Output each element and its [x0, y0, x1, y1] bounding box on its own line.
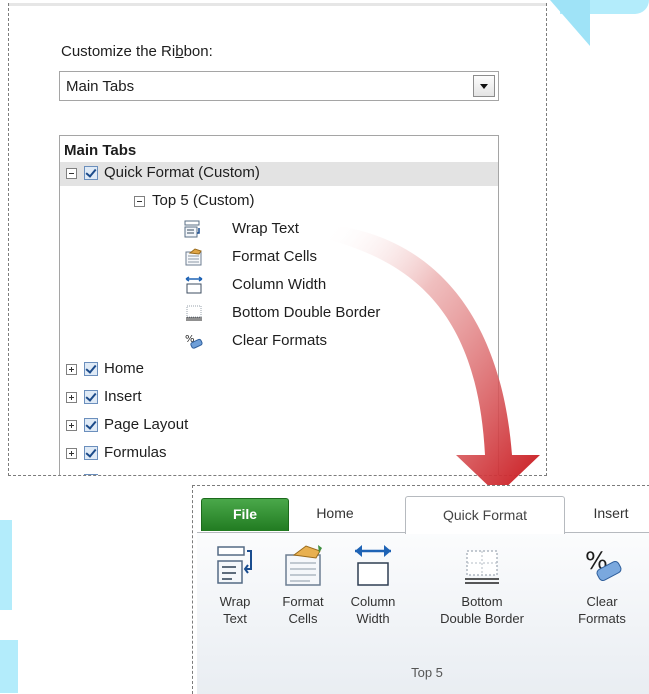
button-label: Formats	[578, 611, 626, 626]
customize-ribbon-label: Customize the Ribbon:	[61, 43, 213, 60]
tree-command-wrap-text[interactable]: Wrap Text	[184, 218, 484, 242]
column-width-icon	[355, 545, 391, 586]
collapse-icon[interactable]	[134, 196, 145, 207]
button-label: Double Border	[440, 611, 524, 626]
tree-command-format-cells[interactable]: Format Cells	[184, 246, 484, 270]
tab-file[interactable]: File	[201, 498, 289, 531]
button-label: Text	[223, 611, 247, 626]
ribbon-preview: File Home Quick Format Insert Wrap Text	[192, 485, 649, 694]
button-label: Width	[356, 611, 390, 626]
button-label: Clear	[586, 594, 618, 609]
expand-icon[interactable]	[66, 392, 77, 403]
clear-formats-icon: %	[585, 547, 622, 582]
command-label: Wrap Text	[232, 220, 299, 237]
column-width-button[interactable]: Column Width	[343, 543, 403, 627]
tree-item-label: Home	[104, 360, 145, 377]
tree-item-home[interactable]: Home	[60, 358, 498, 382]
decor-cyan	[0, 640, 18, 693]
tree-item-label: Top 5 (Custom)	[152, 192, 255, 209]
chevron-down-icon[interactable]	[473, 75, 495, 97]
button-label: Cells	[288, 611, 318, 626]
tree-header: Main Tabs	[64, 142, 137, 159]
bottom-double-border-icon	[465, 550, 499, 584]
command-label: Bottom Double Border	[232, 304, 381, 321]
ribbon-group-top5: Wrap Text Format Cells Column Width Bott…	[197, 532, 649, 694]
button-label: Format	[282, 594, 324, 609]
ribbon-tree: Main Tabs Quick Format (Custom) Top 5 (C…	[59, 135, 499, 475]
tree-item-top5[interactable]: Top 5 (Custom)	[60, 190, 498, 214]
checkbox-checked-icon[interactable]	[84, 390, 98, 404]
decor-cyan	[0, 520, 12, 610]
tree-item-partial[interactable]	[60, 470, 498, 475]
expand-icon[interactable]	[66, 448, 77, 459]
command-label: Clear Formats	[232, 332, 328, 349]
tree-command-bottom-double-border[interactable]: Bottom Double Border	[184, 302, 498, 326]
expand-icon[interactable]	[66, 420, 77, 431]
tab-quick-format[interactable]: Quick Format	[405, 496, 565, 534]
tree-item-page-layout[interactable]: Page Layout	[60, 414, 498, 438]
ribbon-tab-strip: File Home Quick Format Insert	[193, 486, 649, 534]
format-cells-button[interactable]: Format Cells	[275, 543, 331, 627]
bottom-double-border-icon	[186, 305, 202, 321]
tree-item-formulas[interactable]: Formulas	[60, 442, 498, 466]
wrap-text-icon	[184, 220, 200, 238]
checkbox-checked-icon[interactable]	[84, 474, 98, 475]
tab-home[interactable]: Home	[295, 498, 375, 530]
tree-command-clear-formats[interactable]: % Clear Formats	[184, 330, 484, 354]
collapse-icon[interactable]	[66, 168, 77, 179]
tree-command-column-width[interactable]: Column Width	[184, 274, 484, 298]
format-cells-icon	[285, 545, 322, 586]
clear-formats-icon: %	[185, 334, 203, 349]
checkbox-checked-icon[interactable]	[84, 362, 98, 376]
ribbon-tabs-dropdown[interactable]: Main Tabs	[59, 71, 499, 101]
checkbox-checked-icon[interactable]	[84, 166, 98, 180]
button-label: Bottom	[461, 594, 503, 609]
dropdown-value: Main Tabs	[66, 78, 135, 95]
format-cells-icon	[185, 248, 202, 266]
tree-item-quick-format[interactable]: Quick Format (Custom)	[60, 162, 498, 186]
tree-item-label: Page Layout	[104, 416, 189, 433]
clear-formats-button[interactable]: % Clear Formats	[571, 543, 633, 627]
checkbox-checked-icon[interactable]	[84, 418, 98, 432]
button-label: Wrap	[219, 594, 251, 609]
tree-item-label: Formulas	[104, 444, 167, 461]
command-label: Format Cells	[232, 248, 318, 265]
bottom-double-border-button[interactable]: Bottom Double Border	[427, 543, 537, 627]
customize-ribbon-dialog: Customize the Ribbon: Main Tabs Main Tab…	[8, 3, 547, 476]
checkbox-checked-icon[interactable]	[84, 446, 98, 460]
command-label: Column Width	[232, 276, 327, 293]
button-label: Column	[350, 594, 396, 609]
expand-icon[interactable]	[66, 364, 77, 375]
decor-cyan	[550, 0, 590, 46]
tree-item-insert[interactable]: Insert	[60, 386, 498, 410]
tree-item-label: Quick Format (Custom)	[104, 164, 260, 181]
group-label: Top 5	[411, 665, 443, 680]
wrap-text-button[interactable]: Wrap Text	[211, 543, 259, 627]
column-width-icon	[185, 276, 203, 294]
tab-insert[interactable]: Insert	[571, 498, 649, 530]
tree-item-label: Insert	[104, 388, 142, 405]
wrap-text-icon	[217, 546, 252, 584]
